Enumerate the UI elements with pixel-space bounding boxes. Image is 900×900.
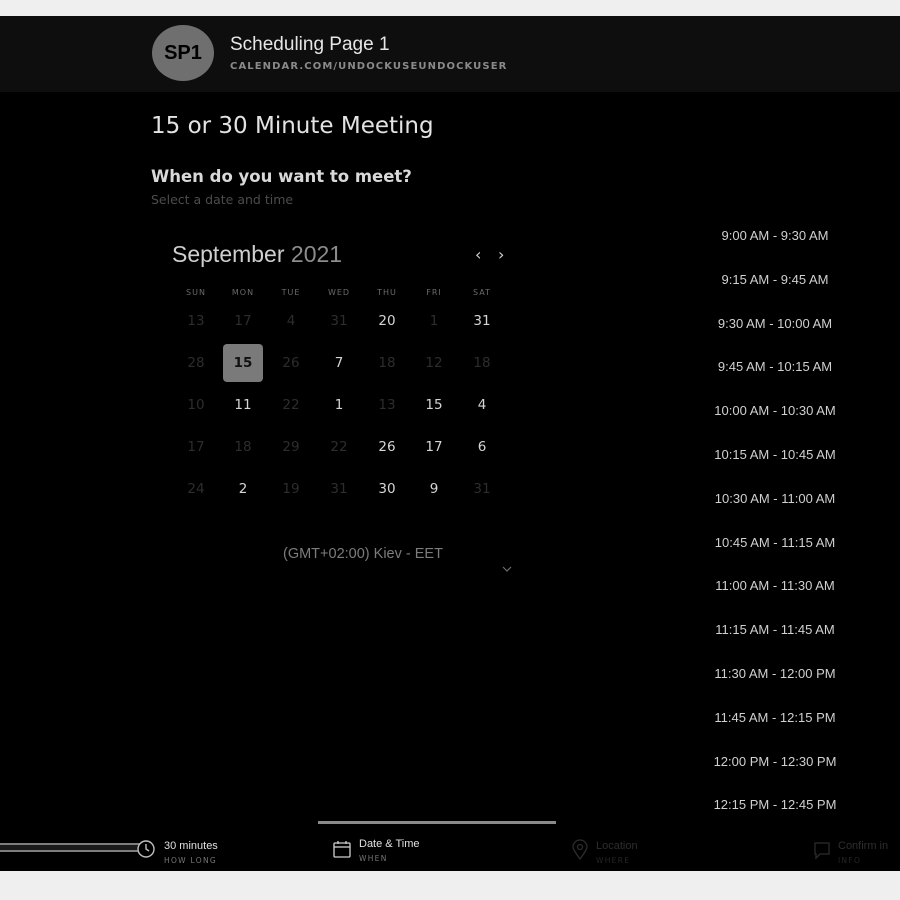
time-slot-button[interactable]: 12:15 PM - 12:45 PM [700, 797, 850, 812]
location-pin-icon [572, 839, 588, 861]
time-slot-button[interactable]: 11:45 AM - 12:15 PM [700, 710, 850, 725]
calendar-day[interactable]: 4 [462, 386, 502, 424]
page-header: SP1 Scheduling Page 1 CALENDAR.COM/UNDOC… [0, 16, 900, 92]
time-slot-button[interactable]: 9:30 AM - 10:00 AM [700, 316, 850, 331]
prev-month-button[interactable]: ‹ [475, 245, 481, 264]
calendar-day: 12 [425, 355, 443, 371]
time-slot-button[interactable]: 12:00 PM - 12:30 PM [700, 754, 850, 769]
time-slot-button[interactable]: 11:00 AM - 11:30 AM [700, 578, 850, 593]
question-title: When do you want to meet? [151, 167, 412, 186]
calendar-day: 29 [282, 439, 300, 455]
calendar-day: 28 [187, 355, 205, 371]
calendar-day[interactable]: 20 [367, 302, 407, 340]
weekday-label: SUN [186, 288, 206, 297]
time-slot-button[interactable]: 9:00 AM - 9:30 AM [700, 228, 850, 243]
step-separator [0, 821, 140, 824]
meeting-title: 15 or 30 Minute Meeting [151, 113, 434, 139]
avatar: SP1 [152, 25, 214, 81]
step-datetime-sublabel: WHEN [359, 854, 388, 863]
calendar-day: 19 [282, 481, 300, 497]
calendar-day: 10 [187, 397, 205, 413]
calendar-day: 17 [234, 313, 252, 329]
scheduling-app: SP1 Scheduling Page 1 CALENDAR.COM/UNDOC… [0, 16, 900, 871]
chat-icon [814, 842, 830, 860]
weekday-label: SAT [473, 288, 491, 297]
progress-steps: 30 minutes HOW LONG Date & Time WHEN Loc… [0, 821, 900, 871]
time-slot-button[interactable]: 11:15 AM - 11:45 AM [700, 622, 850, 637]
calendar-day: 1 [429, 313, 439, 329]
calendar-month: September [172, 241, 285, 267]
next-month-button[interactable]: › [498, 245, 504, 264]
calendar-day: 13 [187, 313, 205, 329]
calendar-day: 18 [378, 355, 396, 371]
calendar-icon [333, 841, 351, 858]
time-slot-button[interactable]: 9:15 AM - 9:45 AM [700, 272, 850, 287]
step-confirm-label[interactable]: Confirm in [838, 840, 888, 852]
calendar-day: 31 [330, 313, 348, 329]
calendar-day[interactable]: 26 [367, 428, 407, 466]
calendar-day: 13 [378, 397, 396, 413]
scheduling-page-title: Scheduling Page 1 [230, 34, 390, 55]
weekday-label: MON [231, 288, 255, 297]
calendar-day[interactable]: 31 [462, 302, 502, 340]
calendar-day[interactable]: 2 [223, 470, 263, 508]
calendar-day-selected[interactable]: 15 [223, 344, 263, 382]
weekday-label: WED [327, 288, 351, 297]
time-slot-button[interactable]: 10:15 AM - 10:45 AM [700, 447, 850, 462]
calendar-day[interactable]: 15 [414, 386, 454, 424]
timezone-select[interactable]: (GMT+02:00) Kiev - EET [283, 546, 443, 562]
scheduling-page-url[interactable]: CALENDAR.COM/UNDOCKUSEUNDOCKUSER [230, 61, 507, 72]
step-progress-track [0, 843, 140, 852]
active-step-indicator [318, 821, 556, 824]
step-location-sublabel: WHERE [596, 856, 631, 865]
calendar-day[interactable]: 9 [414, 470, 454, 508]
time-slot-button[interactable]: 10:30 AM - 11:00 AM [700, 491, 850, 506]
calendar-day: 31 [473, 481, 491, 497]
calendar-day: 18 [473, 355, 491, 371]
step-duration-label[interactable]: 30 minutes [164, 840, 218, 852]
chevron-down-icon[interactable] [502, 564, 512, 574]
calendar-day[interactable]: 1 [319, 386, 359, 424]
time-slot-button[interactable]: 11:30 AM - 12:00 PM [700, 666, 850, 681]
time-slot-button[interactable]: 10:00 AM - 10:30 AM [700, 403, 850, 418]
calendar-day: 17 [187, 439, 205, 455]
weekday-label: FRI [426, 288, 442, 297]
calendar-day[interactable]: 7 [319, 344, 359, 382]
clock-icon [137, 840, 155, 858]
calendar-day: 18 [234, 439, 252, 455]
question-subtitle: Select a date and time [151, 192, 294, 207]
step-duration-sublabel: HOW LONG [164, 856, 217, 865]
calendar-day: 4 [286, 313, 296, 329]
step-location-label[interactable]: Location [596, 840, 638, 852]
calendar-day: 22 [330, 439, 348, 455]
time-slot-button[interactable]: 9:45 AM - 10:15 AM [700, 359, 850, 374]
calendar-day: 22 [282, 397, 300, 413]
step-confirm-sublabel: INFO [838, 856, 862, 865]
calendar-day: 24 [187, 481, 205, 497]
calendar-day[interactable]: 6 [462, 428, 502, 466]
calendar-day[interactable]: 11 [223, 386, 263, 424]
step-datetime-label[interactable]: Date & Time [359, 838, 420, 850]
time-slot-button[interactable]: 10:45 AM - 11:15 AM [700, 535, 850, 550]
calendar-month-year: September 2021 [172, 241, 342, 268]
calendar-day: 26 [282, 355, 300, 371]
calendar-day: 31 [330, 481, 348, 497]
calendar-day[interactable]: 17 [414, 428, 454, 466]
weekday-label: TUE [281, 288, 301, 297]
calendar-year: 2021 [290, 241, 343, 267]
weekday-label: THU [377, 288, 397, 297]
calendar-day[interactable]: 30 [367, 470, 407, 508]
